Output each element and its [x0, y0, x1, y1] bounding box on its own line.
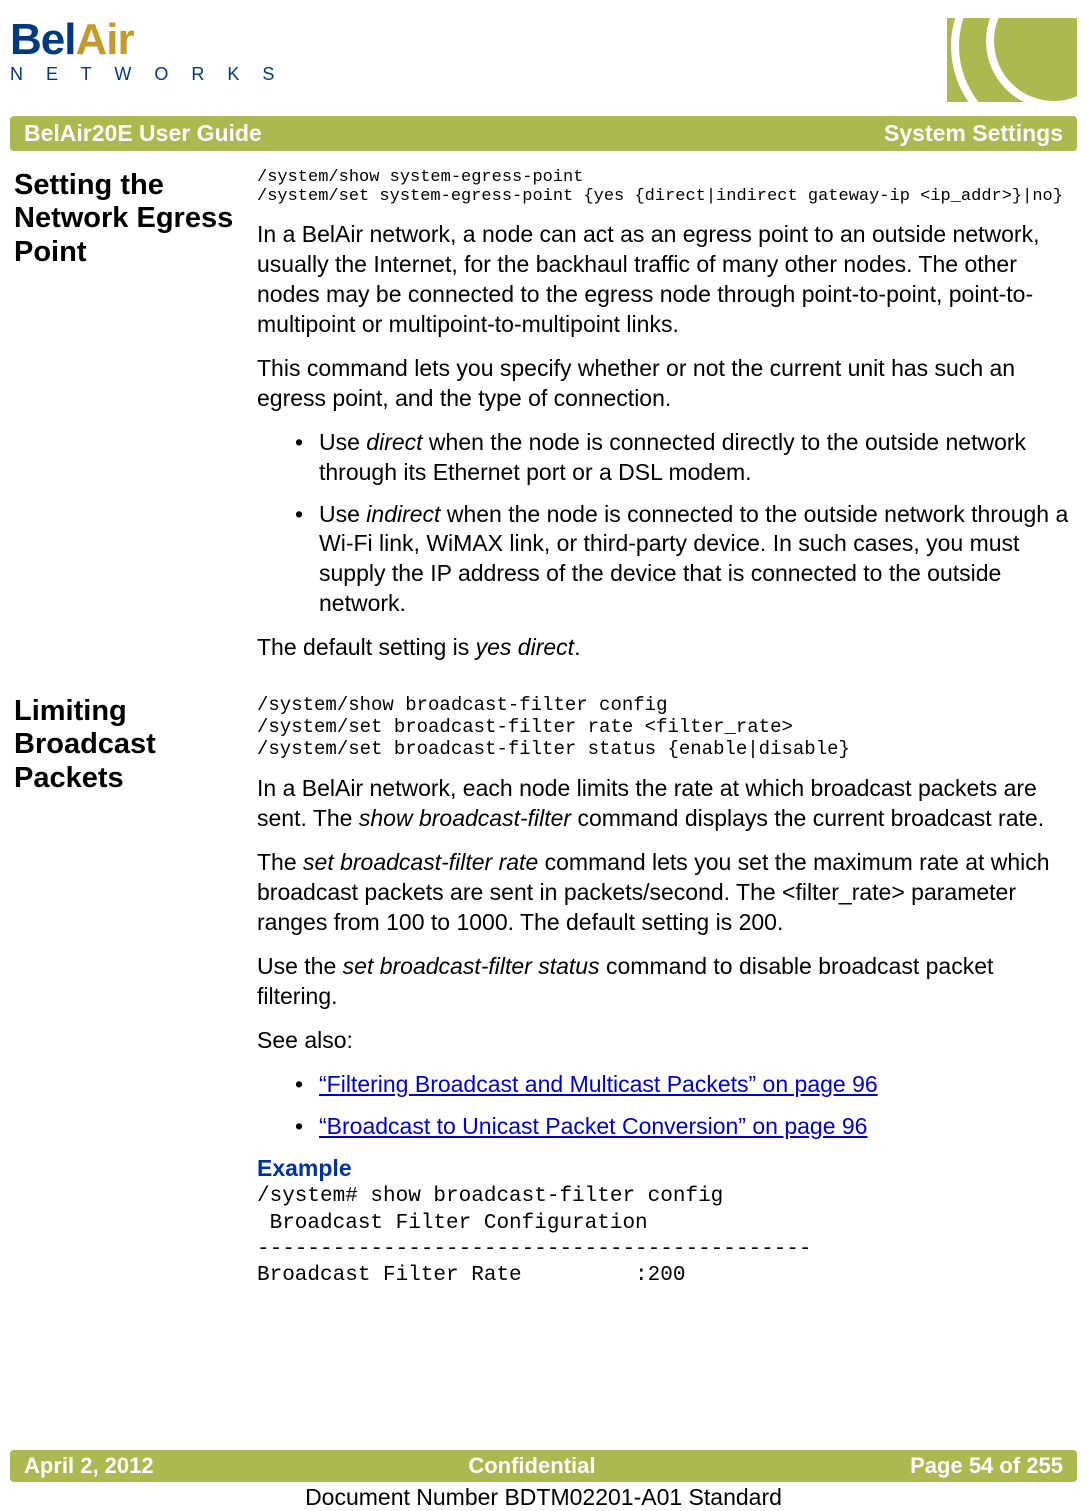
- paragraph: The set broadcast-filter rate command le…: [257, 848, 1073, 938]
- list-item: Use direct when the node is connected di…: [277, 428, 1073, 488]
- example-heading: Example: [257, 1155, 1073, 1182]
- section-heading-egress: Setting the Network Egress Point: [14, 169, 249, 677]
- bullet-list: Use direct when the node is connected di…: [257, 428, 1073, 619]
- paragraph: This command lets you specify whether or…: [257, 354, 1073, 414]
- title-bar: BelAir20E User Guide System Settings: [10, 116, 1077, 151]
- footer-page-number: Page 54 of 255: [910, 1453, 1063, 1479]
- paragraph: Use the set broadcast-filter status comm…: [257, 952, 1073, 1012]
- page-footer: April 2, 2012 Confidential Page 54 of 25…: [10, 1450, 1077, 1511]
- guide-title: BelAir20E User Guide: [24, 120, 262, 147]
- logo-air: Air: [75, 15, 133, 64]
- example-output: /system# show broadcast-filter config Br…: [257, 1184, 1073, 1289]
- link-list: “Filtering Broadcast and Multicast Packe…: [257, 1070, 1073, 1142]
- chapter-title: System Settings: [884, 120, 1063, 147]
- xref-link[interactable]: “Filtering Broadcast and Multicast Packe…: [319, 1071, 878, 1097]
- paragraph: See also:: [257, 1026, 1073, 1056]
- footer-date: April 2, 2012: [24, 1453, 154, 1479]
- code-block-broadcast: /system/show broadcast-filter config /sy…: [257, 695, 1073, 761]
- list-item: “Broadcast to Unicast Packet Conversion”…: [277, 1112, 1073, 1142]
- list-item: “Filtering Broadcast and Multicast Packe…: [277, 1070, 1073, 1100]
- logo-networks: N E T W O R K S: [10, 64, 283, 85]
- section-body-egress: /system/show system-egress-point /system…: [257, 169, 1073, 677]
- section-heading-broadcast: Limiting Broadcast Packets: [14, 695, 249, 1289]
- belair-logo: BelAir N E T W O R K S: [10, 18, 283, 85]
- list-item: Use indirect when the node is connected …: [277, 500, 1073, 620]
- paragraph: In a BelAir network, a node can act as a…: [257, 220, 1073, 340]
- code-block-egress: /system/show system-egress-point /system…: [257, 169, 1073, 206]
- section-body-broadcast: /system/show broadcast-filter config /sy…: [257, 695, 1073, 1289]
- paragraph: In a BelAir network, each node limits th…: [257, 774, 1073, 834]
- document-number: Document Number BDTM02201-A01 Standard: [10, 1484, 1077, 1511]
- logo-bel: Bel: [10, 15, 75, 64]
- page-header: BelAir N E T W O R K S: [10, 18, 1077, 108]
- paragraph: The default setting is yes direct.: [257, 633, 1073, 663]
- xref-link[interactable]: “Broadcast to Unicast Packet Conversion”…: [319, 1113, 867, 1139]
- footer-confidential: Confidential: [468, 1453, 595, 1479]
- corner-graphic: [947, 18, 1077, 102]
